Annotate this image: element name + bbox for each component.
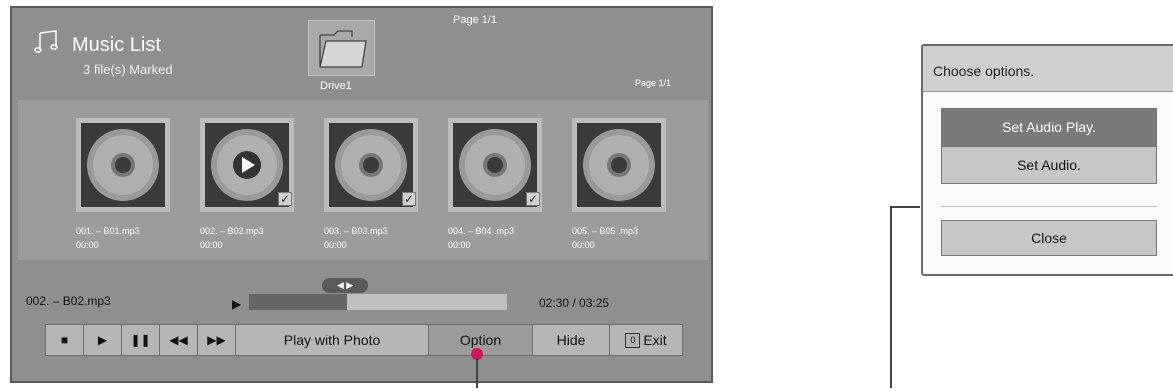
divider <box>941 206 1157 207</box>
file-thumbnail: ✓ <box>200 118 294 212</box>
cd-icon <box>335 129 407 201</box>
page-indicator: Page 1/1 <box>635 78 672 88</box>
stop-button[interactable]: ■ <box>46 325 84 355</box>
checkmark-icon: ✓ <box>402 192 416 206</box>
file-name: 005. – B05 .mp3 <box>572 226 639 236</box>
callout-line <box>890 206 920 208</box>
page-indicator-top: Page 1/1 <box>453 14 498 26</box>
file-time: 00:00 <box>448 240 471 250</box>
play-button[interactable]: ▶ <box>84 325 122 355</box>
file-name: 004. – B04 .mp3 <box>448 226 515 236</box>
dialog-title: Choose options. <box>923 46 1173 92</box>
file-time: 00:00 <box>572 240 595 250</box>
file-thumbnail <box>76 118 170 212</box>
now-playing-file: 002. – B02.mp3 <box>26 294 111 308</box>
options-dialog: Choose options. Set Audio Play. Set Audi… <box>921 44 1173 276</box>
play-with-photo-button[interactable]: Play with Photo <box>236 325 429 355</box>
file-name: 002. – B02.mp3 <box>200 226 264 236</box>
cd-icon <box>583 129 655 201</box>
rewind-button[interactable]: ◀◀ <box>160 325 198 355</box>
hide-button[interactable]: Hide <box>533 325 610 355</box>
pause-button[interactable]: ❚❚ <box>122 325 160 355</box>
file-thumbnail: ✓ <box>448 118 542 212</box>
playback-time: 02:30 / 03:25 <box>539 296 610 310</box>
marked-count: 3 file(s) Marked <box>83 62 173 77</box>
file-name: 003. – B03.mp3 <box>324 226 388 236</box>
callout-line <box>890 206 892 388</box>
cd-icon <box>459 129 531 201</box>
drive-label: Drive1 <box>320 80 352 92</box>
cd-icon <box>87 129 159 201</box>
control-bar: ■ ▶ ❚❚ ◀◀ ▶▶ Play with Photo Option Hide… <box>45 324 683 356</box>
close-button[interactable]: Close <box>941 220 1157 256</box>
progress-bar[interactable] <box>249 294 507 310</box>
fast-forward-button[interactable]: ▶▶ <box>198 325 236 355</box>
file-name: 001. – B01.mp3 <box>76 226 140 236</box>
music-list-screen: Music List 3 file(s) Marked Drive1 Page … <box>10 6 713 383</box>
set-audio-option[interactable]: Set Audio. <box>941 146 1157 184</box>
progress-fill <box>249 294 348 310</box>
page-title: Music List <box>72 34 161 56</box>
seek-handle[interactable]: ◀ ▶ <box>322 278 368 293</box>
cd-icon <box>211 129 283 201</box>
playing-indicator-icon: ▶ <box>232 297 242 311</box>
file-time: 00:00 <box>200 240 223 250</box>
music-note-icon <box>34 30 58 53</box>
checkmark-icon: ✓ <box>526 192 540 206</box>
set-audio-play-option[interactable]: Set Audio Play. <box>941 108 1157 146</box>
callout-line <box>476 358 478 388</box>
file-grid: 001. – B01.mp3 00:00 ✓ 002. – B02.mp3 00… <box>18 100 708 260</box>
file-time: 00:00 <box>324 240 347 250</box>
folder-icon <box>319 30 367 68</box>
exit-button[interactable]: 0 Exit <box>610 325 682 355</box>
exit-label: Exit <box>643 332 667 348</box>
drive-button[interactable] <box>308 20 375 76</box>
checkmark-icon: ✓ <box>278 192 292 206</box>
exit-key-icon: 0 <box>625 332 641 348</box>
file-time: 00:00 <box>76 240 99 250</box>
file-thumbnail: ✓ <box>324 118 418 212</box>
file-thumbnail <box>572 118 666 212</box>
